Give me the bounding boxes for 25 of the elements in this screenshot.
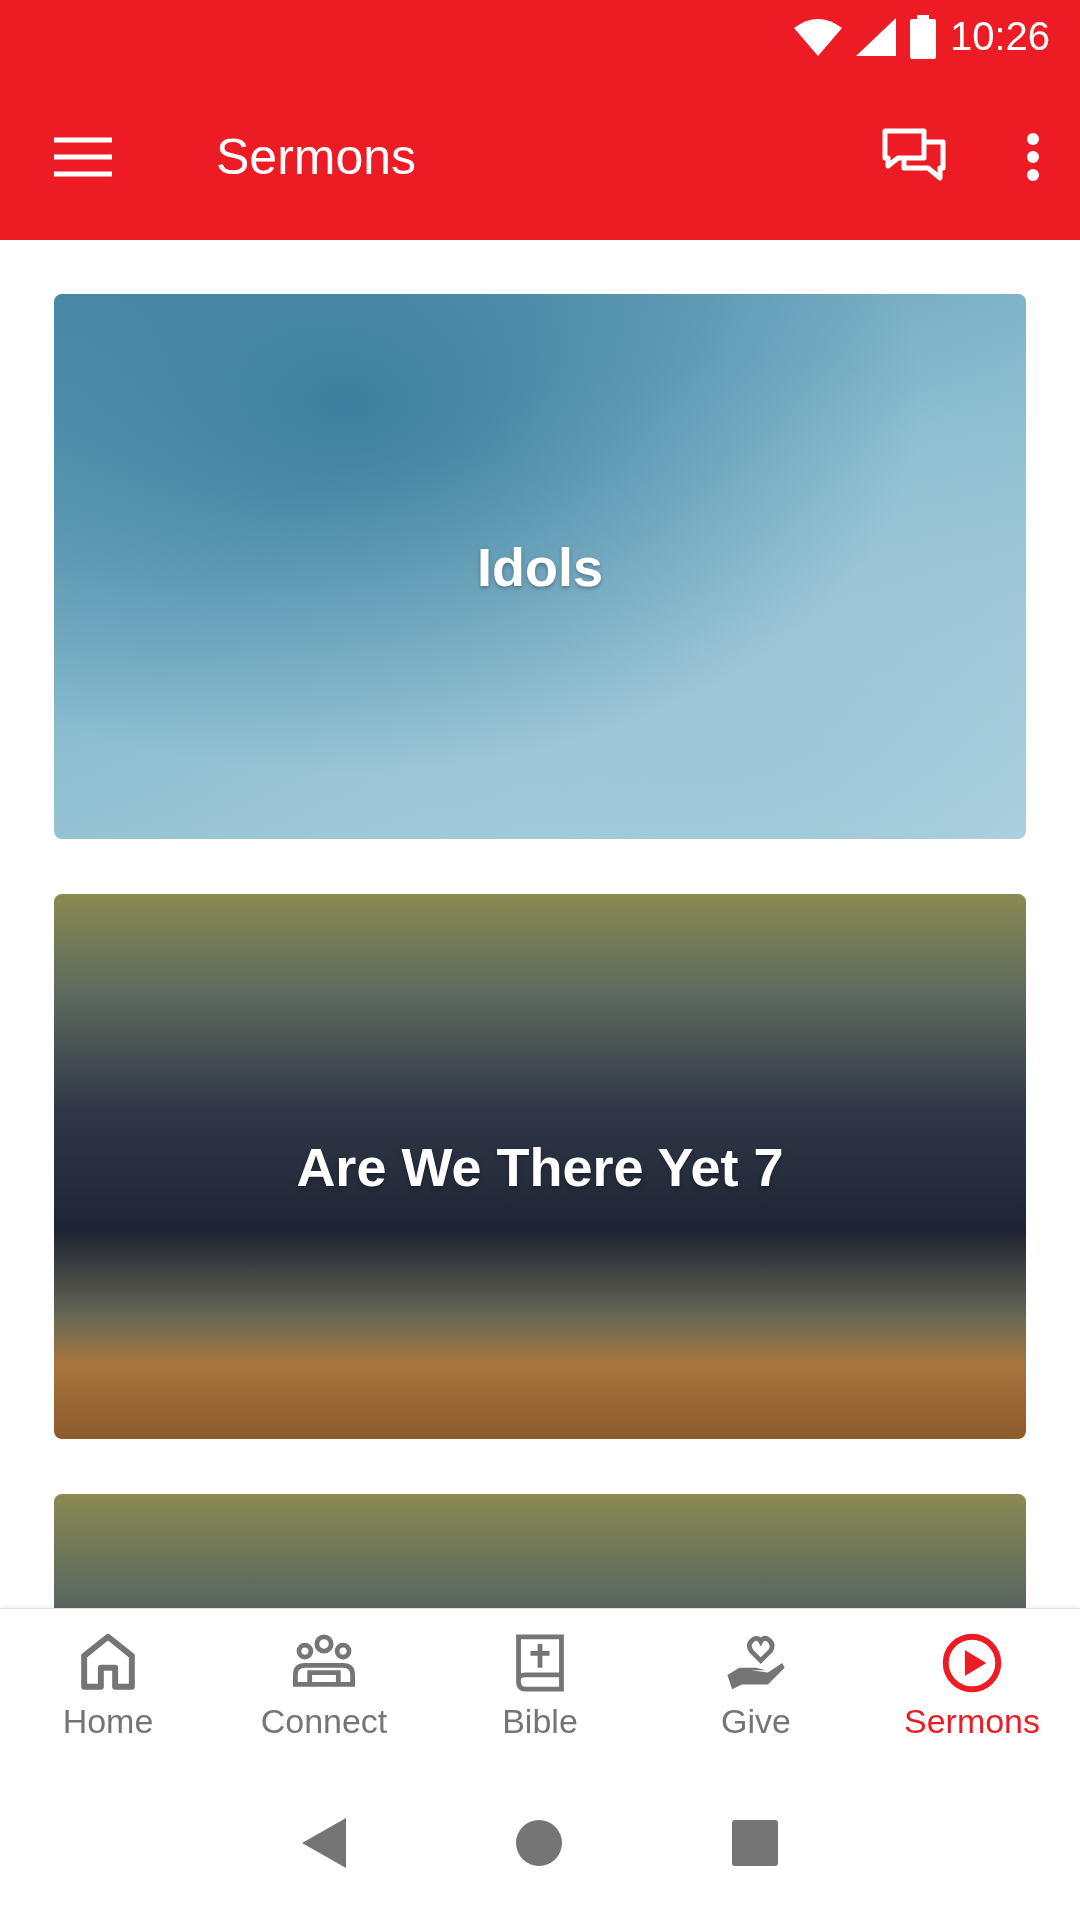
battery-icon — [909, 14, 936, 59]
nav-tab[interactable]: Sermons — [864, 1609, 1080, 1764]
menu-button[interactable] — [54, 136, 112, 177]
status-time: 10:26 — [949, 14, 1050, 59]
nav-tab[interactable]: Give — [648, 1609, 864, 1764]
nav-tab[interactable]: Connect — [216, 1609, 432, 1764]
sermon-card[interactable]: Are We There Yet 7 — [54, 894, 1026, 1439]
recents-icon — [732, 1819, 778, 1866]
nav-tab[interactable]: Bible — [432, 1609, 648, 1764]
nav-tab[interactable]: Home — [0, 1609, 216, 1764]
back-icon — [302, 1817, 346, 1868]
home-circle-icon — [516, 1819, 562, 1866]
sermon-card[interactable]: Idols — [54, 294, 1026, 839]
sermon-title: Are We There Yet 7 — [296, 1135, 784, 1198]
more-icon — [1026, 131, 1040, 182]
menu-icon — [54, 136, 112, 177]
more-button[interactable] — [1026, 131, 1040, 182]
sermon-title: Idols — [477, 535, 603, 598]
wifi-icon — [793, 17, 842, 56]
signal-icon — [855, 17, 896, 56]
home-button[interactable] — [516, 1819, 562, 1866]
screen-title: Sermons — [216, 127, 418, 186]
play-icon — [941, 1632, 1003, 1694]
back-button[interactable] — [302, 1817, 346, 1868]
recents-button[interactable] — [732, 1819, 778, 1866]
